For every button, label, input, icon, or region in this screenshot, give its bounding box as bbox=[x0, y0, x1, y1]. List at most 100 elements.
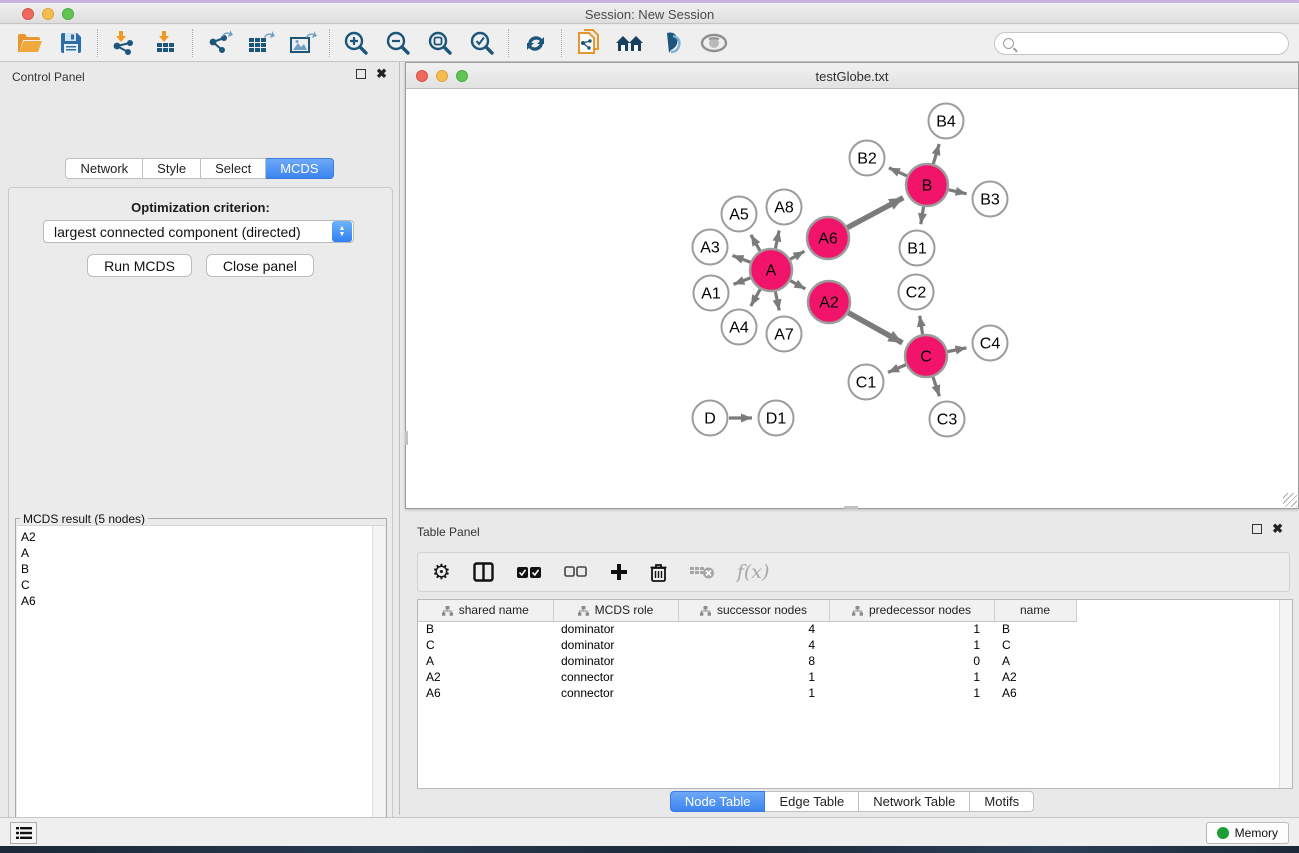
graph-edge[interactable] bbox=[948, 348, 967, 352]
table-cell[interactable]: 1 bbox=[829, 669, 994, 685]
table-cell[interactable]: A6 bbox=[418, 685, 553, 701]
memory-button[interactable]: Memory bbox=[1206, 822, 1289, 844]
zoom-out-icon[interactable] bbox=[377, 27, 419, 59]
import-network-icon[interactable] bbox=[103, 27, 145, 59]
import-table-icon[interactable] bbox=[145, 27, 187, 59]
table-cell[interactable]: connector bbox=[553, 685, 678, 701]
close-panel-button[interactable]: Close panel bbox=[206, 254, 314, 277]
export-network-icon[interactable] bbox=[198, 27, 240, 59]
select-all-checkboxes-icon[interactable] bbox=[516, 566, 542, 579]
tab-network-table[interactable]: Network Table bbox=[859, 791, 970, 812]
export-image-icon[interactable] bbox=[282, 27, 324, 59]
mcds-result-item[interactable]: A6 bbox=[21, 593, 385, 609]
toggle-panes-icon[interactable] bbox=[473, 562, 494, 582]
graph-edge[interactable] bbox=[790, 251, 804, 259]
float-table-panel-icon[interactable] bbox=[1252, 524, 1262, 534]
column-header[interactable]: name bbox=[994, 600, 1076, 621]
mcds-result-item[interactable]: B bbox=[21, 561, 385, 577]
table-cell[interactable]: 1 bbox=[678, 669, 829, 685]
open-file-icon[interactable] bbox=[8, 27, 50, 59]
tab-select[interactable]: Select bbox=[201, 158, 266, 179]
result-scrollbar[interactable] bbox=[372, 526, 385, 853]
mcds-result-item[interactable]: C bbox=[21, 577, 385, 593]
table-row[interactable]: Adominator80A bbox=[418, 653, 1281, 669]
delete-table-icon[interactable] bbox=[689, 564, 715, 580]
graphics-details-icon[interactable] bbox=[651, 27, 693, 59]
graph-edge[interactable] bbox=[933, 377, 939, 396]
table-cell[interactable]: 1 bbox=[829, 621, 994, 637]
table-cell[interactable]: A6 bbox=[994, 685, 1076, 701]
graph-edge[interactable] bbox=[847, 198, 903, 228]
birds-eye-view-icon[interactable] bbox=[693, 27, 735, 59]
mcds-result-list[interactable]: A2ABCA6 bbox=[17, 525, 385, 853]
table-cell[interactable]: 1 bbox=[829, 637, 994, 653]
table-settings-icon[interactable]: ⚙ bbox=[432, 560, 451, 585]
graph-edge[interactable] bbox=[889, 168, 907, 176]
zoom-fit-icon[interactable] bbox=[419, 27, 461, 59]
table-row[interactable]: A6connector11A6 bbox=[418, 685, 1281, 701]
tab-network[interactable]: Network bbox=[65, 158, 143, 179]
table-cell[interactable]: 0 bbox=[829, 653, 994, 669]
task-history-button[interactable] bbox=[10, 822, 37, 844]
table-scrollbar[interactable] bbox=[1279, 600, 1292, 788]
table-cell[interactable]: dominator bbox=[553, 621, 678, 637]
mcds-result-item[interactable]: A2 bbox=[21, 529, 385, 545]
network-canvas[interactable]: B4B2BB3A8A5A6A3B1AA1C2A2A4A7C4CC1C3DD1 bbox=[406, 89, 1298, 508]
home-view-icon[interactable] bbox=[609, 27, 651, 59]
close-table-panel-icon[interactable]: ✖ bbox=[1272, 524, 1283, 534]
graph-edge[interactable] bbox=[948, 190, 966, 194]
mcds-result-item[interactable]: A bbox=[21, 545, 385, 561]
graph-edge[interactable] bbox=[933, 144, 939, 164]
table-cell[interactable]: A bbox=[994, 653, 1076, 669]
graph-edge[interactable] bbox=[733, 278, 750, 285]
window-edge-handle[interactable] bbox=[844, 506, 858, 509]
graph-edge[interactable] bbox=[775, 231, 779, 249]
table-cell[interactable]: B bbox=[418, 621, 553, 637]
run-mcds-button[interactable]: Run MCDS bbox=[87, 254, 192, 277]
table-row[interactable]: Bdominator41B bbox=[418, 621, 1281, 637]
graph-edge[interactable] bbox=[790, 281, 805, 289]
table-cell[interactable]: C bbox=[994, 637, 1076, 653]
criterion-dropdown[interactable]: largest connected component (directed) ▲… bbox=[43, 220, 354, 243]
table-row[interactable]: A2connector11A2 bbox=[418, 669, 1281, 685]
zoom-in-icon[interactable] bbox=[335, 27, 377, 59]
table-cell[interactable]: dominator bbox=[553, 637, 678, 653]
resize-grip[interactable] bbox=[1283, 493, 1297, 507]
delete-column-icon[interactable] bbox=[650, 563, 667, 582]
graph-edge[interactable] bbox=[921, 207, 924, 225]
table-cell[interactable]: B bbox=[994, 621, 1076, 637]
table-row[interactable]: Cdominator41C bbox=[418, 637, 1281, 653]
save-session-icon[interactable] bbox=[50, 27, 92, 59]
tab-edge-table[interactable]: Edge Table bbox=[765, 791, 859, 812]
column-header[interactable]: predecessor nodes bbox=[829, 600, 994, 621]
table-cell[interactable]: 4 bbox=[678, 637, 829, 653]
tab-mcds[interactable]: MCDS bbox=[266, 158, 333, 179]
table-cell[interactable]: 1 bbox=[678, 685, 829, 701]
column-header[interactable]: shared name bbox=[418, 600, 553, 621]
column-header[interactable]: MCDS role bbox=[553, 600, 678, 621]
table-cell[interactable]: A2 bbox=[994, 669, 1076, 685]
add-column-icon[interactable] bbox=[610, 563, 628, 581]
search-input[interactable] bbox=[1019, 35, 1288, 53]
column-header[interactable]: successor nodes bbox=[678, 600, 829, 621]
graph-edge[interactable] bbox=[732, 255, 750, 262]
export-table-icon[interactable] bbox=[240, 27, 282, 59]
session-details-icon[interactable] bbox=[567, 27, 609, 59]
tab-node-table[interactable]: Node Table bbox=[670, 791, 766, 812]
table-cell[interactable]: 8 bbox=[678, 653, 829, 669]
close-panel-icon[interactable]: ✖ bbox=[376, 69, 387, 79]
table-cell[interactable]: 1 bbox=[829, 685, 994, 701]
zoom-selected-icon[interactable] bbox=[461, 27, 503, 59]
table-cell[interactable]: connector bbox=[553, 669, 678, 685]
function-builder-icon[interactable]: f(x) bbox=[737, 561, 770, 583]
table-cell[interactable]: A2 bbox=[418, 669, 553, 685]
tab-style[interactable]: Style bbox=[143, 158, 201, 179]
table-cell[interactable]: dominator bbox=[553, 653, 678, 669]
table-cell[interactable]: C bbox=[418, 637, 553, 653]
graph-edge[interactable] bbox=[920, 316, 923, 335]
graph-edge[interactable] bbox=[751, 235, 760, 251]
graph-edge[interactable] bbox=[775, 292, 779, 311]
table-cell[interactable]: 4 bbox=[678, 621, 829, 637]
graph-edge[interactable] bbox=[751, 289, 760, 306]
deselect-all-checkboxes-icon[interactable] bbox=[564, 566, 588, 578]
